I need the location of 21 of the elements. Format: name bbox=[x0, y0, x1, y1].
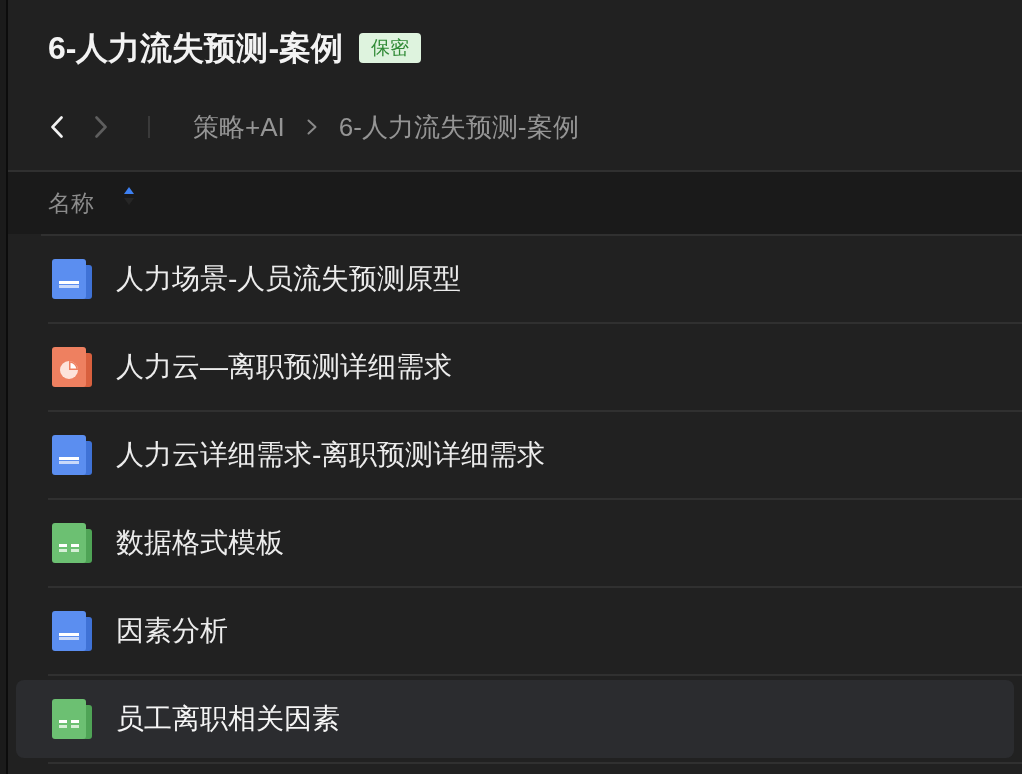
back-button[interactable] bbox=[48, 113, 66, 141]
presentation-icon bbox=[52, 347, 92, 387]
document-icon bbox=[52, 435, 92, 475]
status-tag: 保密 bbox=[359, 33, 422, 63]
file-row[interactable]: 人力场景-人员流失预测原型 bbox=[16, 240, 1014, 318]
spreadsheet-icon bbox=[52, 523, 92, 563]
file-row[interactable]: 因素分析 bbox=[16, 592, 1014, 670]
breadcrumb-link[interactable]: 6-人力流失预测-案例 bbox=[338, 110, 579, 144]
breadcrumb-link[interactable]: 策略+AI bbox=[193, 110, 285, 144]
file-row[interactable]: 人力云—离职预测详细需求 bbox=[16, 328, 1014, 406]
file-row[interactable]: 员工离职相关因素 bbox=[16, 680, 1014, 758]
page-title: 6-人力流失预测-案例 bbox=[48, 29, 344, 68]
column-header[interactable]: 名称 bbox=[48, 188, 134, 218]
chevron-right-icon bbox=[306, 119, 317, 135]
document-icon bbox=[52, 259, 92, 299]
file-row[interactable]: 数据格式模板 bbox=[16, 504, 1014, 582]
document-icon bbox=[52, 611, 92, 651]
chevron-left-icon bbox=[51, 116, 63, 138]
spreadsheet-icon bbox=[52, 699, 92, 739]
file-row[interactable]: 人力云详细需求-离职预测详细需求 bbox=[16, 416, 1014, 494]
chevron-right-icon bbox=[95, 116, 107, 138]
